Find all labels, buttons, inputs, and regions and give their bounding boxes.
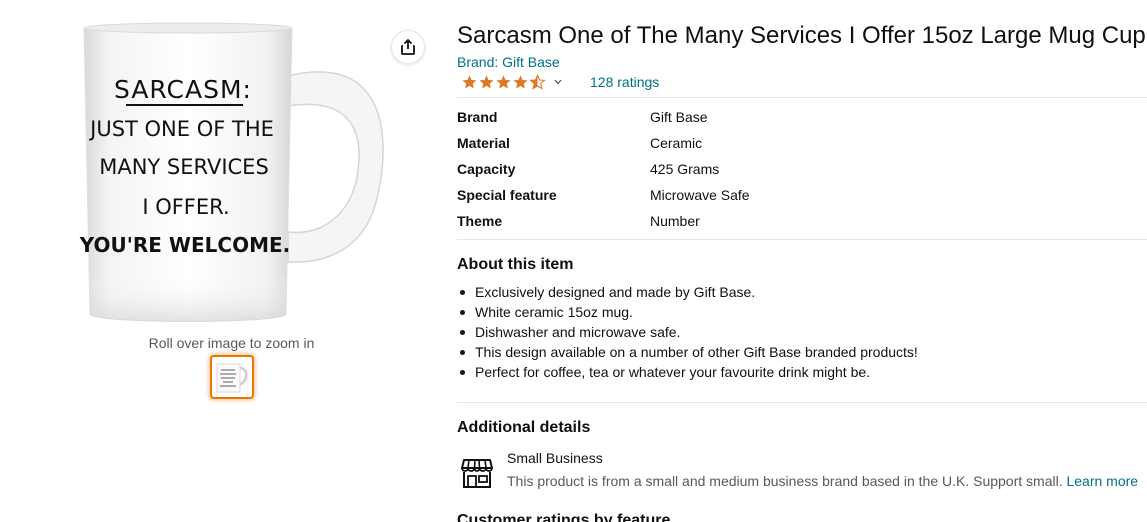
spec-key: Brand (457, 109, 498, 125)
about-bullets: Exclusively designed and made by Gift Ba… (457, 282, 918, 382)
half-star-icon (529, 74, 546, 90)
spec-value: Gift Base (650, 109, 708, 125)
spec-row: Brand Gift Base (457, 104, 1147, 130)
divider (457, 239, 1147, 240)
small-business-text: This product is from a small and medium … (507, 473, 1063, 489)
divider (457, 97, 1147, 98)
spec-row: Special feature Microwave Safe (457, 182, 1147, 208)
star-rating[interactable] (461, 74, 546, 90)
star-icon-3 (496, 75, 511, 89)
spec-row: Theme Number (457, 208, 1147, 234)
learn-more-link[interactable]: Learn more (1066, 473, 1138, 489)
mug-text-line-4: I OFFER. (142, 195, 229, 219)
star-icon-4 (513, 75, 528, 89)
product-page: SARCASM: JUST ONE OF THE MANY SERVICES I… (0, 0, 1147, 522)
spec-row: Capacity 425 Grams (457, 156, 1147, 182)
about-heading: About this item (457, 256, 574, 273)
spec-value: Number (650, 213, 700, 229)
list-item: Dishwasher and microwave safe. (457, 322, 918, 342)
ratings-count-link[interactable]: 128 ratings (590, 74, 659, 90)
small-business-description: This product is from a small and medium … (507, 473, 1138, 489)
spec-key: Material (457, 135, 510, 151)
spec-row: Material Ceramic (457, 130, 1147, 156)
rating-row: 128 ratings (461, 72, 659, 92)
mug-text-line-2: JUST ONE OF THE (88, 117, 274, 141)
share-icon (401, 39, 415, 55)
chevron-down-icon[interactable] (554, 77, 564, 87)
thumbnail-1[interactable] (210, 355, 254, 399)
spec-value: 425 Grams (650, 161, 720, 177)
share-button[interactable] (391, 30, 425, 64)
spec-key: Theme (457, 213, 503, 229)
star-icon-1 (462, 75, 477, 89)
additional-details-heading: Additional details (457, 419, 591, 436)
spec-table: Brand Gift Base Material Ceramic Capacit… (457, 104, 1147, 234)
star-icon-2 (479, 75, 494, 89)
product-image-mug[interactable]: SARCASM: JUST ONE OF THE MANY SERVICES I… (78, 14, 388, 332)
storefront-icon (461, 459, 493, 488)
thumbnail-mug-image (216, 363, 248, 393)
list-item: White ceramic 15oz mug. (457, 302, 918, 322)
spec-value: Microwave Safe (650, 187, 750, 203)
spec-key: Special feature (457, 187, 557, 203)
mug-text-line-1: SARCASM: (114, 75, 252, 104)
mug-text-line-3: MANY SERVICES (99, 155, 269, 179)
list-item: Perfect for coffee, tea or whatever your… (457, 362, 918, 382)
list-item: Exclusively designed and made by Gift Ba… (457, 282, 918, 302)
divider (457, 402, 1147, 403)
brand-link[interactable]: Brand: Gift Base (457, 54, 560, 70)
list-item: This design available on a number of oth… (457, 342, 918, 362)
customer-ratings-by-feature-heading: Customer ratings by feature (457, 512, 671, 522)
mug-text-line-5: YOU'RE WELCOME. (79, 233, 290, 257)
small-business-title: Small Business (507, 450, 603, 466)
spec-key: Capacity (457, 161, 516, 177)
image-block: SARCASM: JUST ONE OF THE MANY SERVICES I… (0, 0, 440, 522)
product-title: Sarcasm One of The Many Services I Offer… (457, 22, 1146, 49)
spec-value: Ceramic (650, 135, 703, 151)
zoom-hint: Roll over image to zoom in (148, 335, 315, 351)
